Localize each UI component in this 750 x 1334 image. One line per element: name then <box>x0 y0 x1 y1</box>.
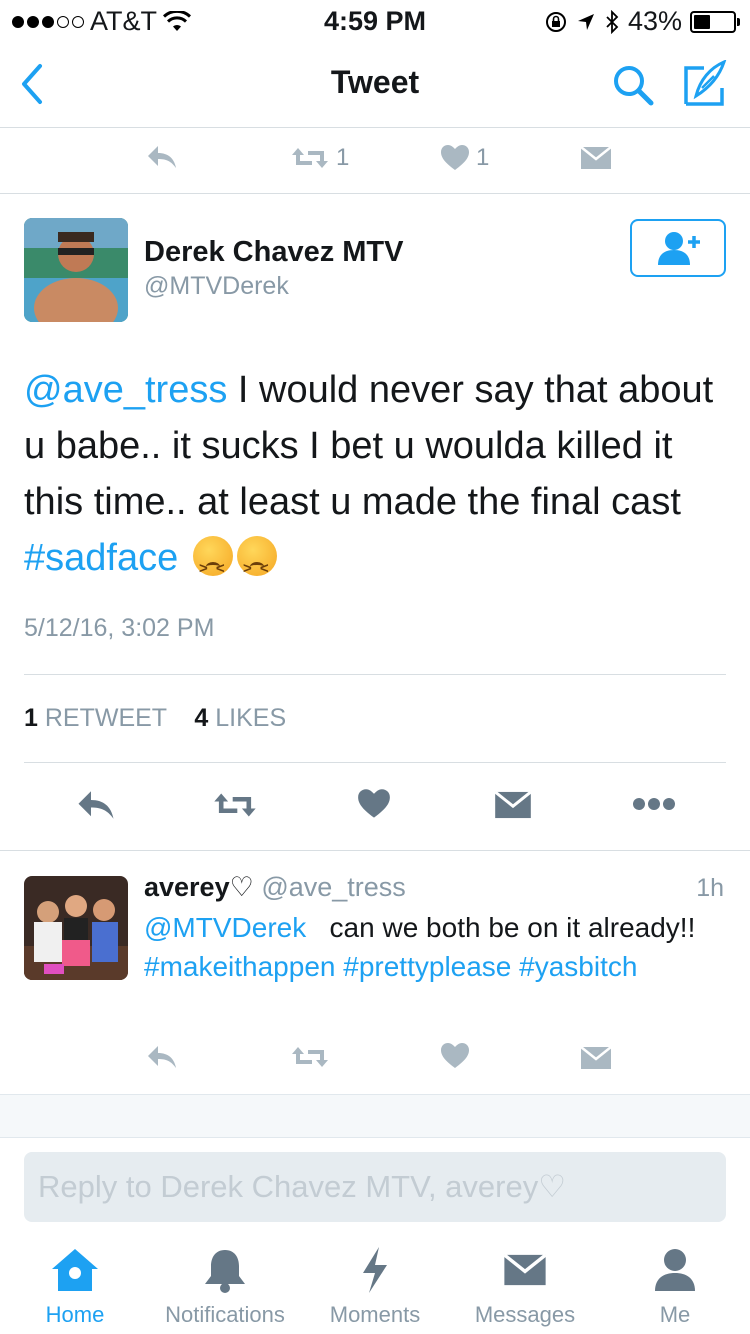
likes-count: 4 <box>194 704 209 732</box>
avatar-image <box>24 218 128 322</box>
divider <box>24 674 726 675</box>
envelope-icon <box>503 1253 547 1286</box>
retweets-label: RETWEET <box>44 704 167 732</box>
reply-button[interactable] <box>76 788 116 822</box>
tab-home[interactable]: Home <box>0 1240 150 1328</box>
search-icon <box>614 66 654 106</box>
reply-icon <box>148 146 176 168</box>
top-retweet-button[interactable]: 1 <box>290 144 349 172</box>
tab-me-label: Me <box>659 1302 691 1327</box>
reply-dm-button[interactable] <box>580 1046 612 1070</box>
location-arrow-icon <box>577 13 594 30</box>
tab-messages[interactable]: Messages <box>450 1240 600 1328</box>
status-bar: AT&T 4:59 PM 43% <box>0 0 750 40</box>
tweet-text: @ave_tress I would never say that about … <box>24 362 724 597</box>
divider <box>24 762 726 763</box>
more-button[interactable] <box>632 796 676 812</box>
reply-composer[interactable] <box>24 1152 726 1222</box>
retweets-count: 1 <box>24 704 38 732</box>
search-button[interactable] <box>610 62 656 113</box>
heart-icon <box>441 1043 469 1068</box>
author-avatar[interactable] <box>24 218 128 322</box>
more-dots-icon <box>633 798 675 810</box>
reply-icon <box>78 791 114 819</box>
tab-home-label: Home <box>45 1302 105 1327</box>
reply-mention-link[interactable]: @MTVDerek <box>144 912 306 943</box>
reply-retweet-button[interactable] <box>290 1044 330 1070</box>
tab-moments-label: Moments <box>329 1302 421 1327</box>
tab-bar: Home Notifications Moments Messages Me <box>0 1240 750 1334</box>
author-name[interactable]: Derek Chavez MTV <box>144 236 404 269</box>
likes-stat[interactable]: 4 LIKES <box>194 704 286 732</box>
top-like-count: 1 <box>476 144 490 171</box>
home-icon <box>52 1249 98 1291</box>
reply-icon <box>148 1046 176 1068</box>
likes-label: LIKES <box>215 704 287 732</box>
reply-time: 1h <box>696 874 724 902</box>
compose-icon <box>684 59 727 106</box>
tab-messages-label: Messages <box>474 1302 576 1327</box>
orientation-lock-icon <box>545 11 566 32</box>
reply-author[interactable]: averey♡ @ave_tress <box>144 872 406 903</box>
envelope-icon <box>580 1046 612 1069</box>
tab-notifications-label: Notifications <box>165 1302 285 1327</box>
reply-reply-button[interactable] <box>146 1044 178 1070</box>
retweet-button[interactable] <box>212 790 258 820</box>
reply-avatar[interactable] <box>24 876 128 980</box>
reply-hashtag-link[interactable]: #makeithappen <box>144 951 335 982</box>
tweet-stats: 1 RETWEET 4 LIKES <box>24 704 286 733</box>
reply-author-handle: @ave_tress <box>261 872 406 902</box>
bell-icon <box>205 1250 245 1293</box>
add-user-icon <box>658 232 700 265</box>
status-right: 43% <box>544 6 740 37</box>
tab-me[interactable]: Me <box>600 1240 750 1328</box>
reply-author-name: averey♡ <box>144 872 254 902</box>
bluetooth-icon <box>606 9 619 34</box>
top-reply-button[interactable] <box>146 144 178 170</box>
top-dm-button[interactable] <box>580 146 612 170</box>
tab-moments[interactable]: Moments <box>300 1240 450 1328</box>
retweet-icon <box>292 148 328 168</box>
reply-hashtag-link[interactable]: #prettyplease <box>343 951 511 982</box>
reply-like-button[interactable] <box>440 1042 470 1070</box>
retweets-stat[interactable]: 1 RETWEET <box>24 704 167 732</box>
avatar-image <box>24 876 128 980</box>
retweet-icon <box>292 1047 328 1067</box>
tweet-hashtag-link[interactable]: #sadface <box>24 537 178 579</box>
dm-button[interactable] <box>494 790 532 820</box>
reply-body: can we both be on it already!! <box>306 912 704 943</box>
author-handle[interactable]: @MTVDerek <box>144 272 289 301</box>
retweet-icon <box>214 793 256 817</box>
compose-button[interactable] <box>682 59 728 111</box>
tweet-mention-link[interactable]: @ave_tress <box>24 369 227 411</box>
person-icon <box>655 1249 695 1291</box>
heart-icon <box>441 145 469 170</box>
reply-input[interactable] <box>38 1169 712 1205</box>
persevering-face-emoji <box>236 536 277 597</box>
top-like-button[interactable]: 1 <box>440 144 489 172</box>
lightning-icon <box>363 1247 387 1293</box>
envelope-icon <box>580 146 612 169</box>
heart-icon <box>358 789 390 818</box>
like-button[interactable] <box>357 788 391 820</box>
section-spacer <box>0 1094 750 1138</box>
tweet-timestamp: 5/12/16, 3:02 PM <box>24 614 215 642</box>
battery-icon <box>690 10 740 33</box>
persevering-face-emoji <box>192 536 233 597</box>
envelope-icon <box>494 790 532 819</box>
follow-button[interactable] <box>630 219 726 277</box>
tab-notifications[interactable]: Notifications <box>150 1240 300 1328</box>
top-retweet-count: 1 <box>336 144 350 171</box>
reply-text: @MTVDerek can we both be on it already!!… <box>144 908 724 986</box>
battery-percent: 43% <box>627 6 682 36</box>
divider <box>0 193 750 194</box>
reply-hashtag-link[interactable]: #yasbitch <box>519 951 637 982</box>
divider <box>0 850 750 851</box>
navigation-bar: Tweet <box>0 40 750 128</box>
